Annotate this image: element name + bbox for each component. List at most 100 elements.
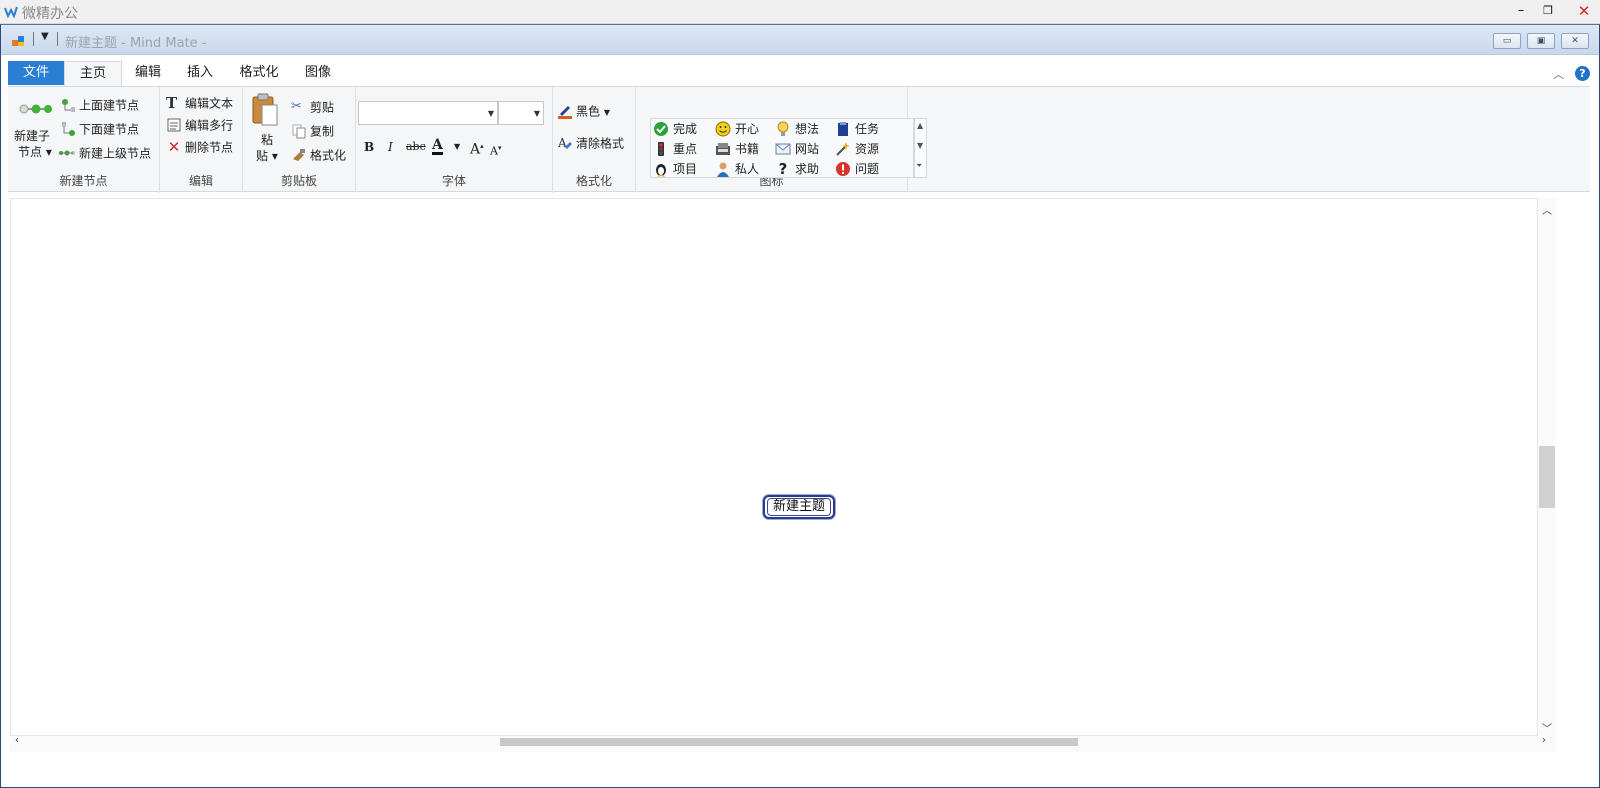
tab-edit[interactable]: 编辑 — [126, 61, 170, 85]
alert-icon — [836, 161, 850, 176]
clear-format-button[interactable]: A 清除格式 — [557, 133, 624, 153]
chevron-down-icon: ▼ — [533, 109, 540, 118]
add-sibling-below-button[interactable]: 下面建节点 — [60, 119, 139, 139]
edit-multiline-button[interactable]: 编辑多行 — [166, 115, 233, 135]
edit-text-button[interactable]: T 编辑文本 — [166, 93, 233, 113]
italic-button[interactable]: I — [388, 137, 393, 157]
doc-restore-button[interactable]: ▣ — [1527, 33, 1555, 49]
icon-item-issue[interactable]: 问题 — [835, 159, 879, 179]
paste-label-line1: 粘 — [261, 133, 274, 147]
tab-insert[interactable]: 插入 — [178, 61, 222, 85]
doc-minimize-button[interactable]: ▭ — [1493, 33, 1521, 49]
add-parent-node-button[interactable]: 新建上级节点 — [58, 143, 151, 163]
add-sibling-above-button[interactable]: 上面建节点 — [60, 95, 139, 115]
icon-gallery: 完成 开心 想法 任务 重点 书籍 网站 资源 项目 私人 ? 求助 问题 — [650, 118, 914, 178]
ribbon-panel: 新建子 节点 ▾ 上面建节点 下面建节点 新建上级节点 新建节点 T 编辑文本 编… — [8, 86, 1590, 193]
font-name-combobox[interactable]: ▼ — [358, 101, 498, 125]
icon-item-private[interactable]: 私人 — [715, 159, 759, 179]
group-label-new-node: 新建节点 — [59, 174, 108, 188]
clear-format-icon: A — [557, 136, 572, 150]
delete-x-icon: ✕ — [167, 137, 181, 156]
person-icon — [717, 162, 729, 177]
quick-access-separator — [57, 32, 58, 46]
gallery-expand-icon[interactable]: ⏷ — [916, 161, 922, 171]
copy-button[interactable]: 复制 — [291, 121, 334, 141]
help-icon[interactable]: ? — [1575, 66, 1590, 81]
font-color-button[interactable]: A — [432, 135, 454, 155]
icon-item-task[interactable]: 任务 — [835, 119, 879, 139]
app-close-button[interactable]: ✕ — [1568, 0, 1600, 24]
shrink-font-icon: A — [490, 144, 498, 158]
app-minimize-button[interactable]: – — [1508, 0, 1534, 24]
strikethrough-button[interactable]: abc — [406, 137, 426, 157]
quick-access-dropdown-icon[interactable]: ▼ — [41, 31, 49, 42]
envelope-icon — [775, 143, 791, 154]
traffic-light-icon — [658, 141, 664, 156]
vertical-scrollbar[interactable]: ︿ ﹀ — [1539, 198, 1556, 736]
smiley-icon — [715, 121, 731, 136]
tab-file[interactable]: 文件 — [8, 61, 64, 85]
svg-text:A: A — [557, 136, 567, 150]
group-edit: T 编辑文本 编辑多行 ✕ 删除节点 编辑 — [160, 87, 243, 193]
scissors-icon: ✂ — [291, 98, 302, 114]
icon-item-website[interactable]: 网站 — [775, 139, 819, 159]
lightbulb-icon — [777, 121, 789, 136]
icon-item-resource[interactable]: 资源 — [835, 139, 879, 159]
app-logo-icon — [4, 6, 18, 19]
group-label-clipboard: 剪贴板 — [280, 174, 317, 188]
color-picker-button[interactable]: 黑色 ▼ — [557, 101, 610, 121]
scroll-down-icon[interactable]: ﹀ — [1542, 720, 1552, 735]
grow-font-icon: A — [470, 141, 481, 158]
gallery-scroll-up-icon[interactable]: ▲ — [917, 121, 923, 130]
new-child-node-button[interactable]: 新建子 节点 ▾ — [12, 93, 56, 167]
grow-font-button[interactable]: A▴ — [470, 136, 484, 158]
pen-color-icon — [558, 105, 572, 119]
horizontal-scroll-thumb[interactable] — [500, 738, 1078, 746]
doc-close-button[interactable]: ✕ — [1561, 33, 1589, 49]
app-title-bar: 微精办公 – ❐ ✕ — [0, 0, 1600, 24]
font-color-icon: A — [432, 137, 443, 155]
quick-access-app-icon[interactable] — [11, 34, 25, 48]
icon-item-project[interactable]: 项目 — [653, 159, 697, 179]
copy-icon — [292, 124, 306, 138]
multiline-icon — [167, 118, 181, 131]
tab-image[interactable]: 图像 — [296, 61, 340, 85]
central-topic-label: 新建主题 — [772, 499, 825, 514]
font-size-combobox[interactable]: ▼ — [498, 101, 544, 125]
tab-format[interactable]: 格式化 — [230, 61, 288, 85]
scroll-left-icon[interactable]: ‹ — [15, 735, 19, 746]
icon-item-help[interactable]: ? 求助 — [775, 159, 819, 179]
ribbon-tab-row: 文件 主页 编辑 插入 格式化 图像 — [8, 61, 1590, 87]
icon-item-key-point[interactable]: 重点 — [653, 139, 697, 159]
horizontal-scrollbar[interactable]: ‹ › — [10, 735, 1556, 752]
wand-icon — [836, 141, 850, 156]
format-painter-button[interactable]: 格式化 — [291, 145, 346, 165]
delete-node-button[interactable]: ✕ 删除节点 — [166, 137, 233, 157]
tab-home[interactable]: 主页 — [64, 61, 122, 87]
new-child-node-icon — [19, 104, 52, 114]
ribbon-collapse-icon[interactable]: ︿ — [1553, 66, 1564, 82]
group-clipboard: 粘 贴 ▾ ✂ 剪贴 复制 格式化 剪贴板 — [243, 87, 356, 193]
paste-button[interactable]: 粘 贴 ▾ — [247, 91, 283, 169]
text-t-icon: T — [166, 93, 178, 112]
central-topic-node[interactable]: 新建主题 — [763, 495, 835, 519]
vertical-scroll-thumb[interactable] — [1539, 446, 1555, 508]
clipboard-icon — [252, 93, 278, 126]
icon-item-done[interactable]: 完成 — [653, 119, 697, 139]
check-icon — [654, 121, 668, 136]
app-restore-button[interactable]: ❐ — [1535, 0, 1561, 24]
scroll-right-icon[interactable]: › — [1542, 735, 1546, 746]
cut-button[interactable]: ✂ 剪贴 — [291, 97, 334, 117]
shrink-font-button[interactable]: A▾ — [490, 138, 501, 158]
group-format: 黑色 ▼ A 清除格式 格式化 — [553, 87, 636, 193]
document-title: 新建主题 - Mind Mate - — [65, 36, 207, 51]
bold-button[interactable]: B — [364, 137, 374, 157]
icon-item-books[interactable]: 书籍 — [715, 139, 759, 159]
gallery-scroll-down-icon[interactable]: ▼ — [917, 141, 923, 150]
icon-gallery-scroller: ▲ ▼ ⏷ — [914, 118, 927, 178]
icon-item-idea[interactable]: 想法 — [775, 119, 819, 139]
icon-item-happy[interactable]: 开心 — [715, 119, 759, 139]
font-color-dropdown[interactable]: ▼ — [454, 137, 460, 157]
mindmap-canvas[interactable] — [10, 198, 1538, 736]
scroll-up-icon[interactable]: ︿ — [1542, 202, 1552, 217]
